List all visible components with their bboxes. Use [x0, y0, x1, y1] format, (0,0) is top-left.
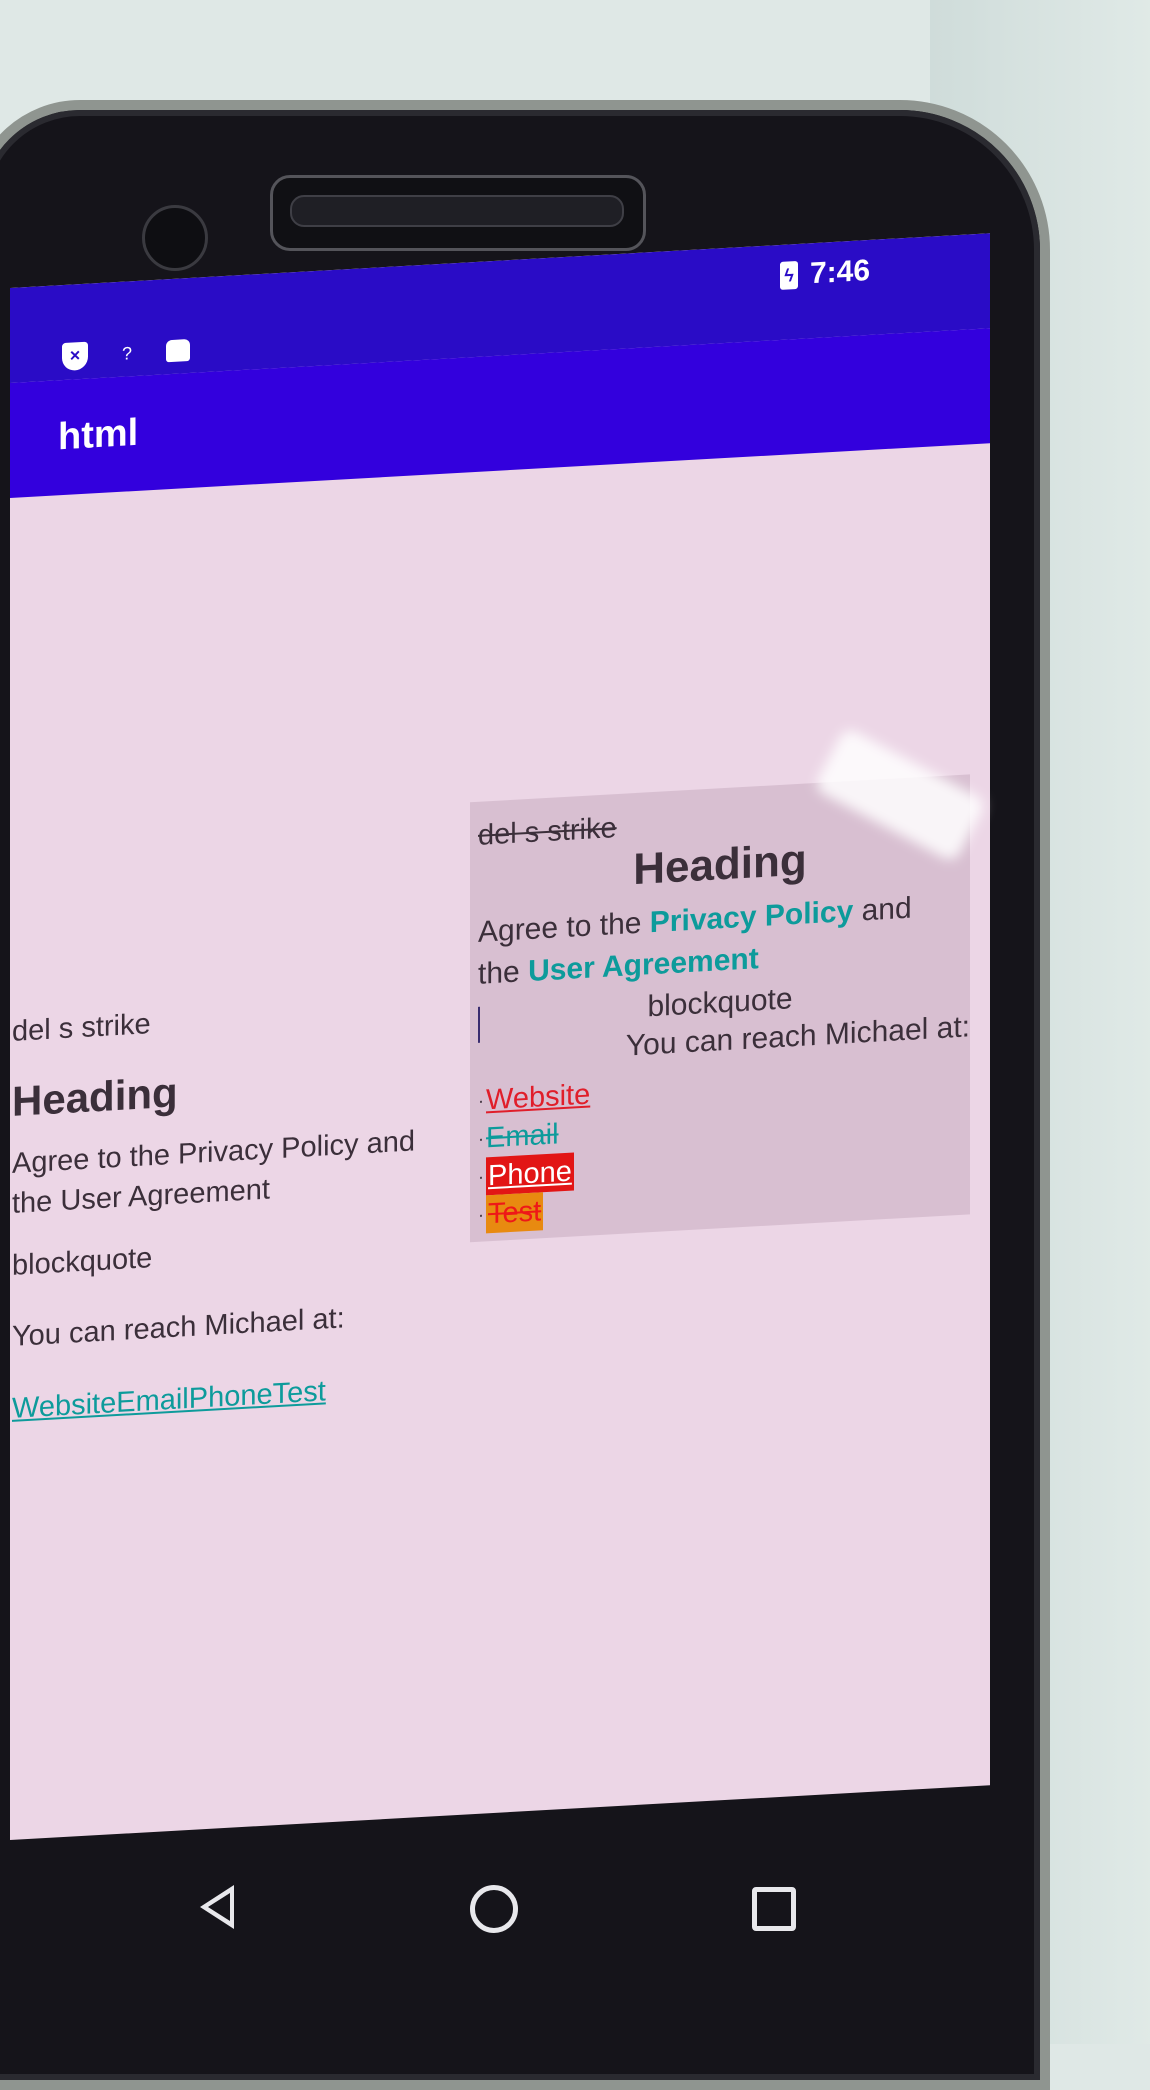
status-time: 7:46 [809, 253, 870, 291]
app-title: html [58, 411, 139, 459]
shield-icon: × [62, 341, 88, 372]
left-agree-line2: the User Agreement [12, 1173, 270, 1220]
and-text: and [861, 891, 912, 928]
bullet: · [478, 1090, 484, 1111]
content-area: del s strike Heading Agree to the Privac… [10, 443, 990, 1698]
left-agree-line1: Agree to the Privacy Policy and [12, 1125, 415, 1180]
left-links[interactable]: WebsiteEmailPhoneTest [12, 1375, 326, 1426]
left-heading: Heading [12, 1068, 178, 1125]
list-item: · Website [478, 1076, 590, 1120]
left-del-s-strike: del s strike [12, 1008, 151, 1048]
device-screen: × ? ϟ 7:46 html del s strike Heading Agr… [10, 233, 990, 1841]
agree-prefix: Agree to the [478, 906, 642, 949]
nav-bar [0, 1845, 1010, 2015]
status-icons-left: × ? [62, 336, 191, 372]
front-camera [142, 205, 208, 271]
contact-list: · Website · Email · Phone · Test [478, 1076, 590, 1234]
user-agreement-link[interactable]: User Agreement [528, 942, 759, 988]
left-reach: You can reach Michael at: [12, 1302, 345, 1353]
left-blockquote: blockquote [12, 1242, 153, 1282]
list-item: · Test [478, 1190, 590, 1234]
right-panel: del s strike Heading Agree to the Privac… [470, 774, 970, 1243]
phone-link[interactable]: Phone [486, 1152, 574, 1196]
email-link[interactable]: Email [486, 1115, 559, 1157]
home-circle-icon[interactable] [470, 1885, 518, 1933]
status-right: ϟ 7:46 [779, 253, 870, 293]
privacy-policy-link[interactable]: Privacy Policy [650, 895, 853, 939]
list-item: · Email [478, 1114, 590, 1158]
recents-square-icon[interactable] [752, 1887, 796, 1931]
back-triangle-inner [208, 1893, 230, 1921]
test-link[interactable]: Test [486, 1192, 544, 1234]
bullet: · [478, 1204, 484, 1225]
question-icon: ? [122, 342, 133, 364]
bullet: · [478, 1166, 484, 1187]
the-text: the [478, 955, 520, 991]
earpiece-slot [290, 195, 624, 227]
list-item: · Phone [478, 1152, 590, 1196]
website-link[interactable]: Website [486, 1076, 590, 1120]
battery-charging-icon: ϟ [779, 260, 798, 290]
bullet: · [478, 1128, 484, 1149]
robot-icon [166, 338, 191, 363]
